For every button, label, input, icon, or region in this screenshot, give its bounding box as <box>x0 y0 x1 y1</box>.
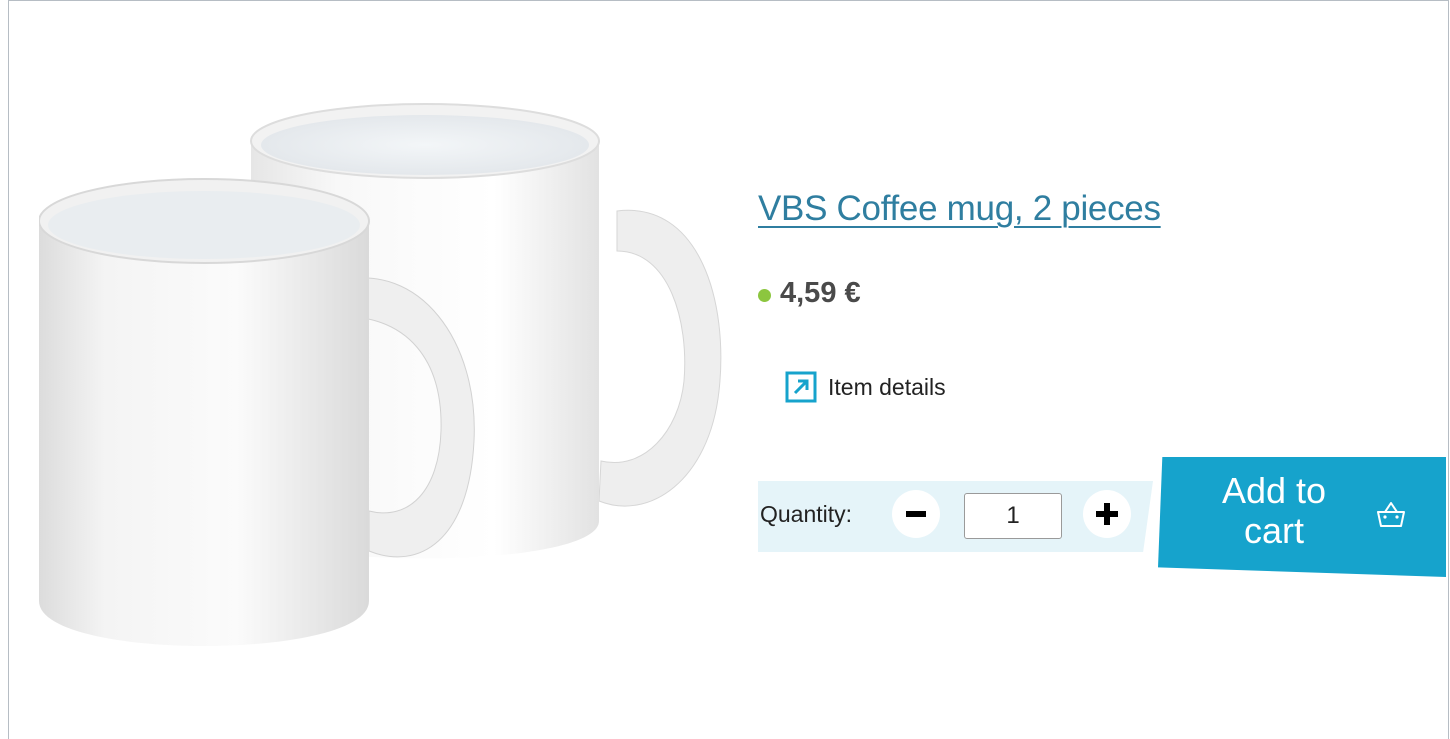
quantity-label: Quantity: <box>760 501 853 527</box>
price-row: 4,59 € <box>758 277 861 310</box>
external-link-arrow-icon <box>785 371 817 403</box>
quantity-decrease-button[interactable] <box>892 490 940 538</box>
product-price: 4,59 € <box>780 277 861 309</box>
product-card: VBS Coffee mug, 2 pieces 4,59 € Item det… <box>8 0 1449 739</box>
minus-icon <box>906 511 926 517</box>
item-details-label: Item details <box>828 373 946 400</box>
product-title-link[interactable]: VBS Coffee mug, 2 pieces <box>758 189 1161 229</box>
product-image[interactable] <box>39 101 739 661</box>
availability-dot-icon <box>758 289 771 302</box>
quantity-increase-button[interactable] <box>1083 490 1131 538</box>
quantity-input[interactable] <box>964 493 1062 539</box>
item-details-link[interactable]: Item details <box>785 371 946 403</box>
add-to-cart-button[interactable] <box>1158 457 1446 577</box>
plus-icon <box>1096 503 1118 525</box>
